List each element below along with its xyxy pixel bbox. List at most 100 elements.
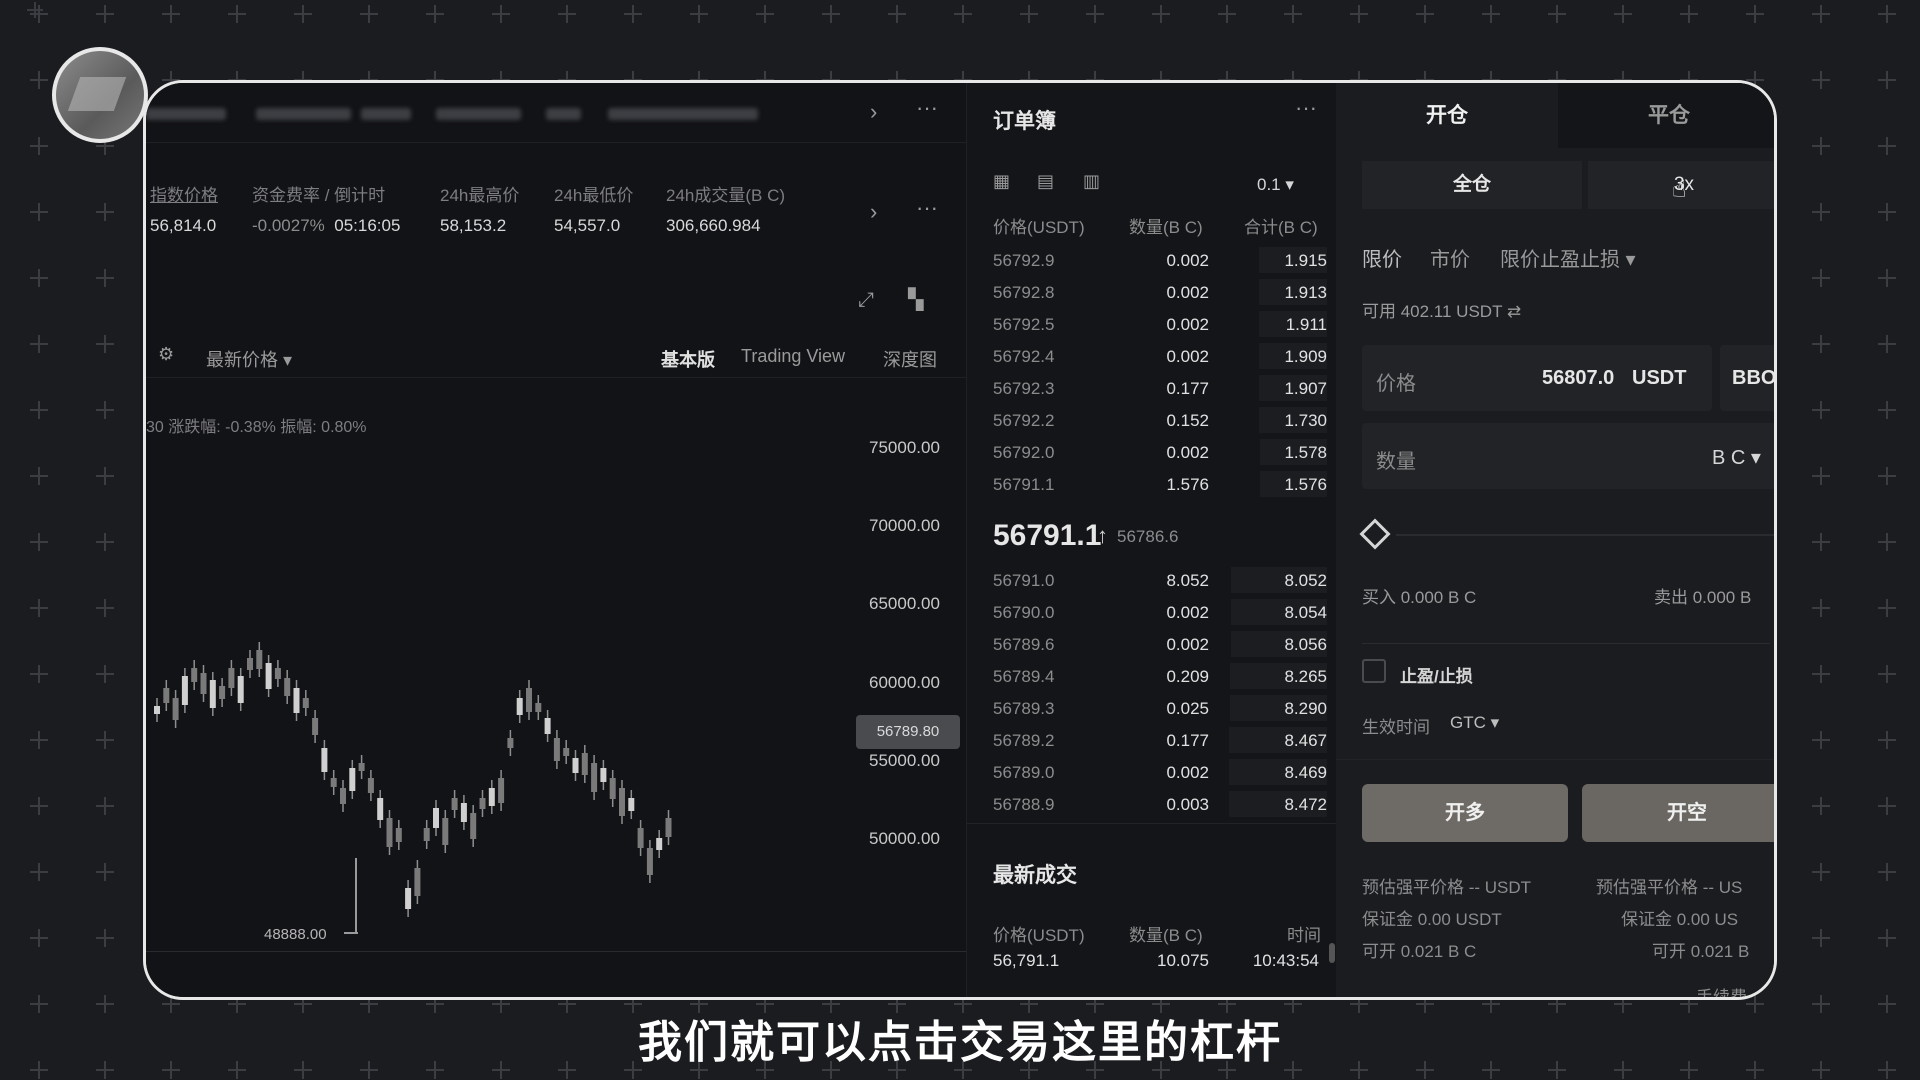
order-type-market[interactable]: 市价 <box>1430 243 1470 272</box>
candle <box>377 798 384 820</box>
chevron-right-icon[interactable]: › <box>870 199 877 225</box>
expand-icon[interactable]: ⤢ <box>858 289 874 312</box>
chevron-right-icon[interactable]: › <box>870 99 877 125</box>
orderbook-row[interactable]: 56788.9 0.003 8.472 <box>967 789 1337 819</box>
quantity-unit-select[interactable]: B C ▾ <box>1712 445 1761 470</box>
open-long-button[interactable]: 开多 <box>1362 784 1568 842</box>
blurred-tab[interactable] <box>546 108 581 120</box>
more-icon[interactable]: ··· <box>916 95 938 121</box>
blurred-tab[interactable] <box>361 108 411 120</box>
candle <box>172 698 179 720</box>
orderbook-row[interactable]: 56789.2 0.177 8.467 <box>967 725 1337 755</box>
grid-plus <box>1812 665 1830 683</box>
candlestick-chart[interactable]: 48888.00 <box>146 593 846 1000</box>
tab-close-position[interactable]: 平仓 <box>1558 83 1774 148</box>
layout-grid-icon[interactable]: ▚ <box>908 287 923 312</box>
margin-mode-button[interactable]: 全仓 <box>1362 161 1582 209</box>
grid-plus <box>1812 797 1830 815</box>
orderbook-row[interactable]: 56789.3 0.025 8.290 <box>967 693 1337 723</box>
price-input[interactable]: 56807.0 <box>1542 367 1614 390</box>
grid-plus <box>1680 5 1698 23</box>
scrollbar[interactable] <box>1329 943 1335 963</box>
view-both-icon[interactable]: ▦ <box>993 171 1010 192</box>
orderbook-row[interactable]: 56790.0 0.002 8.054 <box>967 597 1337 627</box>
grid-plus <box>1614 5 1632 23</box>
col-time: 时间 <box>1287 926 1321 945</box>
orderbook-row[interactable]: 56792.5 0.002 1.911 <box>967 309 1337 339</box>
orderbook-row[interactable]: 56791.0 8.052 8.052 <box>967 565 1337 595</box>
grid-plus <box>1878 797 1896 815</box>
order-type-stop-limit[interactable]: 限价止盈止损 ▾ <box>1500 243 1636 272</box>
y-tick: 70000.00 <box>869 516 940 535</box>
stat-funding-rate: 资金费率 / 倒计时 -0.0027% 05:16:05 <box>252 181 400 236</box>
more-icon[interactable]: ··· <box>1295 95 1317 121</box>
row-price: 56792.3 <box>993 379 1055 398</box>
view-bids-icon[interactable]: ▤ <box>1037 171 1054 192</box>
stat-24h-low: 24h最低价 54,557.0 <box>554 181 633 236</box>
orderbook-row[interactable]: 56789.6 0.002 8.056 <box>967 629 1337 659</box>
candle <box>405 888 412 909</box>
row-qty: 8.052 <box>1166 571 1209 590</box>
orderbook-row[interactable]: 56789.0 0.002 8.469 <box>967 757 1337 787</box>
grid-plus <box>1812 269 1830 287</box>
tab-basic[interactable]: 基本版 <box>661 346 715 372</box>
blurred-tab[interactable] <box>146 108 226 120</box>
more-icon[interactable]: ··· <box>916 195 938 221</box>
tpsl-checkbox[interactable] <box>1362 659 1386 683</box>
candle <box>302 698 309 708</box>
row-price: 56790.0 <box>993 603 1055 622</box>
row-total: 8.472 <box>1284 795 1327 814</box>
slider-handle[interactable] <box>1359 518 1391 550</box>
orderbook-row[interactable]: 56792.8 0.002 1.913 <box>967 277 1337 307</box>
blurred-tab[interactable] <box>608 108 758 120</box>
row-price: 56789.4 <box>993 667 1055 686</box>
open-short-button[interactable]: 开空 <box>1582 784 1774 842</box>
candle <box>656 838 663 850</box>
orderbook-row[interactable]: 56792.2 0.152 1.730 <box>967 405 1337 435</box>
row-qty: 0.209 <box>1166 667 1209 686</box>
gear-icon[interactable]: ⚙ <box>158 344 174 365</box>
orderbook-row[interactable]: 56792.0 0.002 1.578 <box>967 437 1337 467</box>
grid-plus <box>96 401 114 419</box>
quantity-field[interactable]: 数量 B C ▾ <box>1362 423 1774 489</box>
grid-plus <box>822 5 840 23</box>
row-price: 56792.0 <box>993 443 1055 462</box>
orderbook-row[interactable]: 56789.4 0.209 8.265 <box>967 661 1337 691</box>
grid-plus <box>1878 731 1896 749</box>
orderbook-row[interactable]: 56792.3 0.177 1.907 <box>967 373 1337 403</box>
row-total: 8.056 <box>1284 635 1327 654</box>
candle <box>433 808 439 828</box>
candle <box>274 668 281 679</box>
tab-tradingview[interactable]: Trading View <box>741 346 845 367</box>
market-tabs-bar: › ··· <box>146 83 966 143</box>
bbo-button[interactable]: BBO <box>1720 345 1774 411</box>
tab-open-position[interactable]: 开仓 <box>1336 83 1558 148</box>
candle <box>646 848 653 875</box>
candle <box>544 718 551 734</box>
grid-plus <box>1878 467 1896 485</box>
price-type-select[interactable]: 最新价格 ▾ <box>206 346 292 372</box>
orderbook-row[interactable]: 56792.4 0.002 1.909 <box>967 341 1337 371</box>
stat-label: 24h最高价 <box>440 186 520 205</box>
y-tick: 65000.00 <box>869 594 940 613</box>
grid-plus <box>96 731 114 749</box>
grid-plus <box>1812 929 1830 947</box>
grid-plus <box>30 5 48 23</box>
slider-track[interactable] <box>1396 534 1774 536</box>
funding-rate-value: -0.0027% <box>252 216 325 235</box>
grid-plus <box>96 533 114 551</box>
precision-select[interactable]: 0.1 ▾ <box>1257 175 1294 195</box>
order-type-limit[interactable]: 限价 <box>1362 243 1402 272</box>
blurred-tab[interactable] <box>256 108 351 120</box>
grid-plus <box>30 71 48 89</box>
tif-select[interactable]: GTC ▾ <box>1450 713 1499 733</box>
grid-plus <box>96 5 114 23</box>
col-price: 价格(USDT) <box>993 218 1085 237</box>
orderbook-row[interactable]: 56792.9 0.002 1.915 <box>967 245 1337 275</box>
view-asks-icon[interactable]: ▥ <box>1083 171 1100 192</box>
price-field[interactable]: 价格 56807.0 USDT <box>1362 345 1712 411</box>
trade-row: 56,791.1 10.075 10:43:54 <box>967 945 1337 975</box>
tab-depth[interactable]: 深度图 <box>883 346 937 372</box>
blurred-tab[interactable] <box>436 108 521 120</box>
orderbook-row[interactable]: 56791.1 1.576 1.576 <box>967 469 1337 499</box>
